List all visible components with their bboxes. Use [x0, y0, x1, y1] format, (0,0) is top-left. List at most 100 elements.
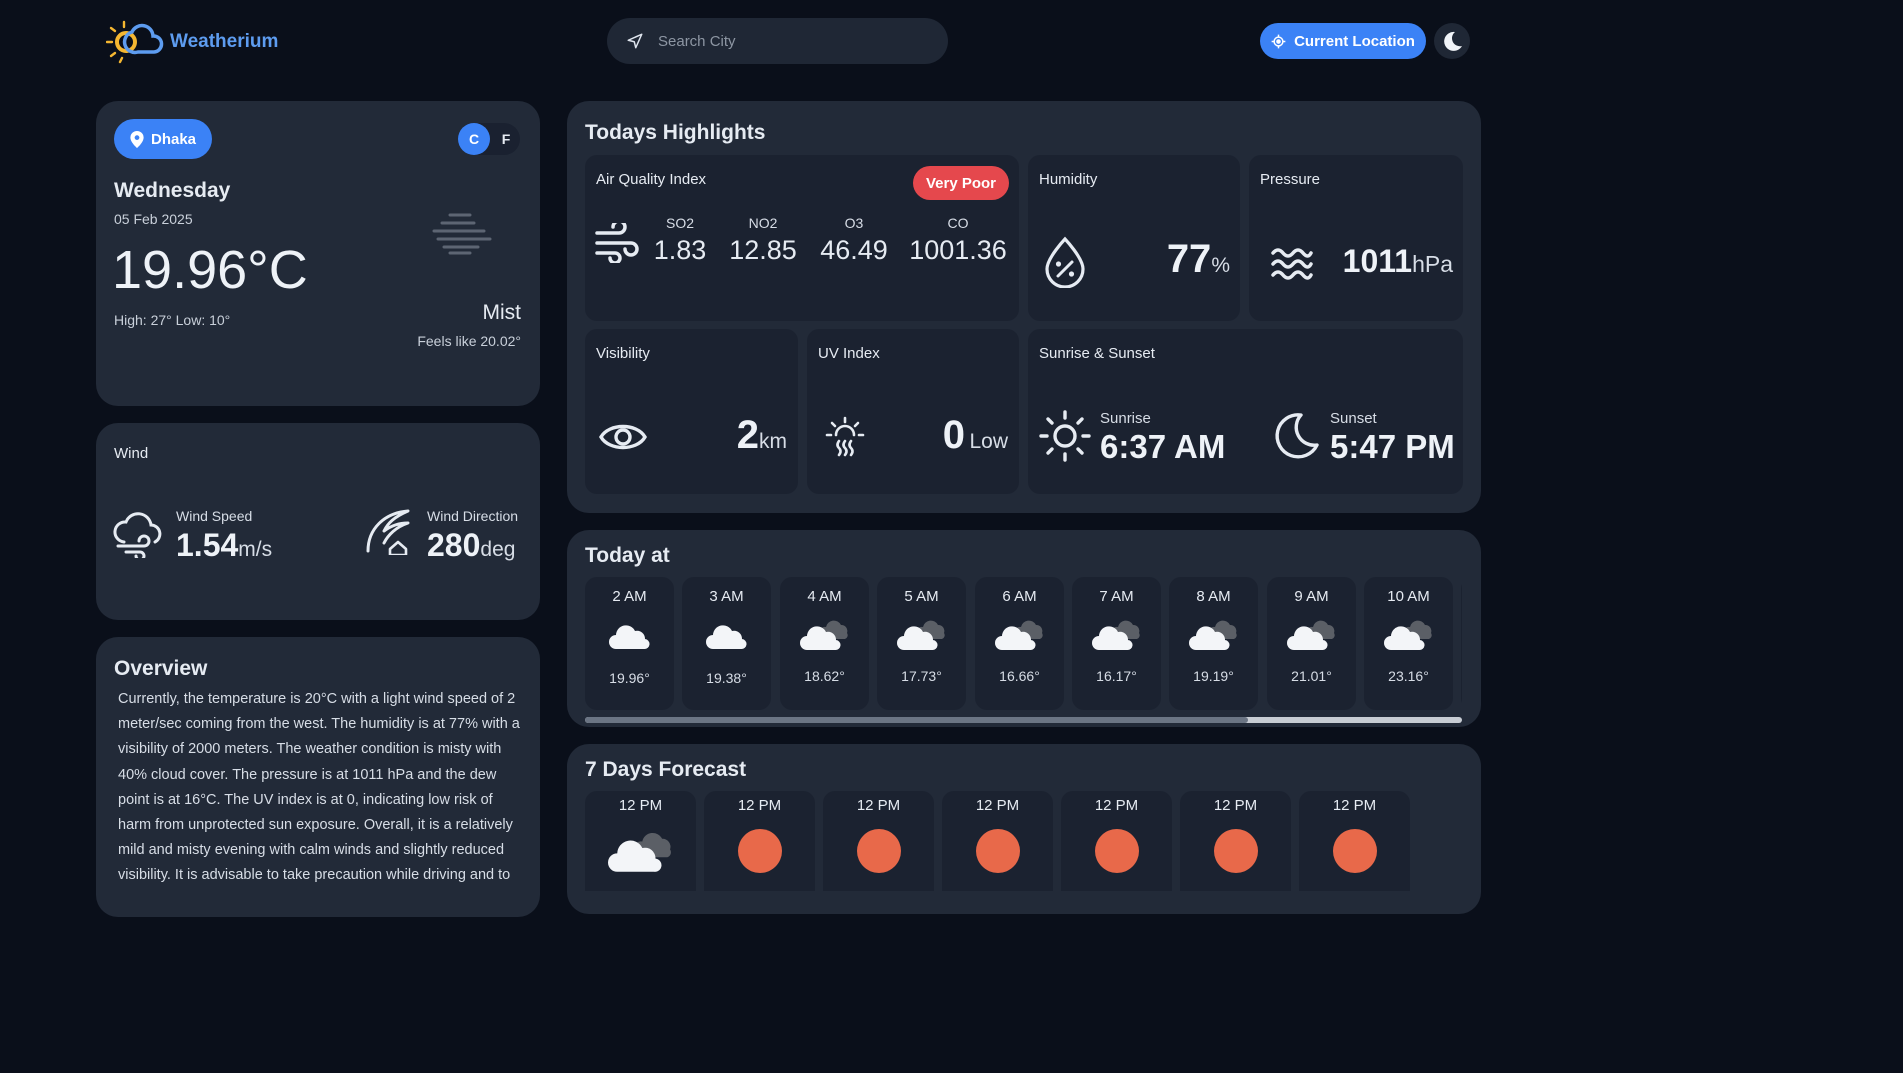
forecast-time: 12 PM — [737, 797, 782, 814]
sunrise-time: 6:37 AM — [1100, 428, 1226, 465]
hour-time: 4 AM — [807, 588, 842, 605]
hour-temp: 16.17° — [1096, 668, 1137, 684]
forecast-time: 12 PM — [1213, 797, 1258, 814]
location-search-icon — [627, 33, 643, 49]
windy-cloud-icon — [113, 512, 162, 558]
forecast-title: 7 Days Forecast — [585, 758, 747, 781]
wind-title: Wind — [114, 445, 149, 462]
aqi-no2-value: 12.85 — [729, 235, 797, 265]
hour-time: 5 AM — [904, 588, 939, 605]
highlights-card: Todays Highlights Air Quality Index Very… — [567, 101, 1481, 513]
overcast-clouds-icon — [1091, 620, 1140, 651]
aqi-o3: O3 46.49 — [813, 215, 895, 266]
hour-time: 8 AM — [1196, 588, 1231, 605]
overcast-clouds-icon — [1383, 620, 1432, 651]
humidity-label: Humidity — [1039, 171, 1098, 188]
aqi-o3-label: O3 — [844, 215, 864, 231]
fahrenheit-button[interactable]: F — [492, 123, 520, 155]
hourly-strip[interactable]: 2 AM 19.96° 3 AM 19.38° 4 AM 18.62° 5 AM… — [585, 577, 1462, 710]
hour-tile: 3 AM 19.38° — [682, 577, 771, 710]
unit-toggle[interactable]: C F — [458, 123, 520, 155]
current-location-label: Current Location — [1294, 32, 1415, 50]
visibility-reading: 2km — [737, 413, 787, 458]
aqi-co-label: CO — [947, 215, 969, 231]
hour-time: 10 AM — [1387, 588, 1430, 605]
wind-lines-icon — [595, 223, 639, 263]
hour-temp: 17.73° — [901, 668, 942, 684]
hourly-title: Today at — [585, 544, 670, 567]
forecast-day-tile: 12 PM — [942, 791, 1053, 891]
theme-toggle-button[interactable] — [1434, 23, 1470, 59]
hourly-scrollbar[interactable] — [585, 717, 1462, 723]
overcast-clouds-icon — [994, 620, 1043, 651]
forecast-day-tile: 12 PM — [704, 791, 815, 891]
pressure-unit: hPa — [1412, 251, 1453, 277]
sun-icon — [1332, 829, 1377, 873]
aqi-no2: NO2 12.85 — [721, 215, 805, 266]
sunrise-sunset-tile: Sunrise & Sunset Sunrise 6:37 AM Sunset … — [1028, 329, 1463, 494]
sunset-label: Sunset — [1330, 410, 1377, 427]
hour-temp: 19.19° — [1193, 668, 1234, 684]
hour-temp: 18.62° — [804, 668, 845, 684]
wind-direction-label: Wind Direction — [427, 508, 519, 524]
overcast-clouds-icon — [1286, 620, 1335, 651]
celsius-button[interactable]: C — [458, 123, 490, 155]
hour-temp: 21.01° — [1291, 668, 1332, 684]
wind-direction-value: 280 — [427, 527, 481, 563]
forecast-day-tile: 12 PM — [585, 791, 696, 891]
wind-direction: 280deg — [427, 527, 515, 564]
hourly-scrollbar-thumb[interactable] — [585, 717, 1248, 723]
aqi-so2-label: SO2 — [665, 215, 694, 231]
map-pin-icon — [130, 130, 144, 148]
search-input[interactable] — [656, 31, 920, 51]
hour-tile: 4 AM 18.62° — [780, 577, 869, 710]
hour-time: 2 AM — [612, 588, 647, 605]
visibility-label: Visibility — [596, 345, 650, 362]
hour-tile: 6 AM 16.66° — [975, 577, 1064, 710]
overcast-clouds-icon — [799, 620, 848, 651]
overview-card: Overview Currently, the temperature is 2… — [96, 637, 540, 917]
overcast-clouds-icon — [1188, 620, 1237, 651]
brand-name: Weatherium — [170, 31, 279, 52]
aqi-badge: Very Poor — [913, 166, 1009, 200]
forecast-card: 7 Days Forecast 12 PM 12 PM 12 PM 12 PM … — [567, 744, 1481, 914]
forecast-time: 12 PM — [1332, 797, 1377, 814]
uv-value: 0 — [942, 413, 966, 457]
hour-temp: 19.96° — [609, 670, 650, 686]
moon-icon — [1444, 31, 1462, 51]
current-location-button[interactable]: Current Location — [1260, 23, 1426, 59]
hour-time: 3 AM — [709, 588, 744, 605]
aqi-co-value: 1001.36 — [909, 235, 1007, 265]
visibility-tile: Visibility 2km — [585, 329, 798, 494]
sun-icon — [737, 829, 782, 873]
brand-logo[interactable]: Weatherium — [106, 18, 278, 66]
search-bar[interactable] — [607, 18, 948, 64]
mist-icon — [432, 213, 492, 255]
hour-tile: 5 AM 17.73° — [877, 577, 966, 710]
aqi-no2-label: NO2 — [748, 215, 778, 231]
temperature: 19.96°C — [112, 240, 308, 300]
forecast-strip[interactable]: 12 PM 12 PM 12 PM 12 PM 12 PM 12 PM 12 P… — [585, 791, 1462, 891]
sunset-time: 5:47 PM — [1330, 428, 1455, 465]
city-chip[interactable]: Dhaka — [114, 119, 213, 159]
hour-time: 6 AM — [1002, 588, 1037, 605]
aqi-so2: SO2 1.83 — [643, 215, 717, 266]
hour-time: 7 AM — [1099, 588, 1134, 605]
wind-direction-icon — [366, 509, 410, 555]
hour-temp: 16.66° — [999, 668, 1040, 684]
current-weather-card: Dhaka C F Wednesday 05 Feb 2025 19.96°C … — [96, 101, 540, 406]
hour-tile: 10 AM 23.16° — [1364, 577, 1453, 710]
feels-like: Feels like 20.02° — [417, 333, 521, 349]
cloud-icon — [608, 625, 650, 650]
hour-tile: 8 AM 19.19° — [1169, 577, 1258, 710]
forecast-time: 12 PM — [975, 797, 1020, 814]
overview-text: Currently, the temperature is 20°C with … — [118, 691, 520, 884]
overcast-clouds-icon — [896, 620, 945, 651]
forecast-day-tile: 12 PM — [823, 791, 934, 891]
humidity-unit: % — [1211, 254, 1230, 277]
condition: Mist — [482, 301, 522, 324]
uv-sun-heat-icon — [825, 416, 865, 457]
city-name: Dhaka — [151, 130, 197, 148]
uv-index-tile: UV Index 0 Low — [807, 329, 1019, 494]
pressure-reading: 1011hPa — [1343, 243, 1453, 280]
